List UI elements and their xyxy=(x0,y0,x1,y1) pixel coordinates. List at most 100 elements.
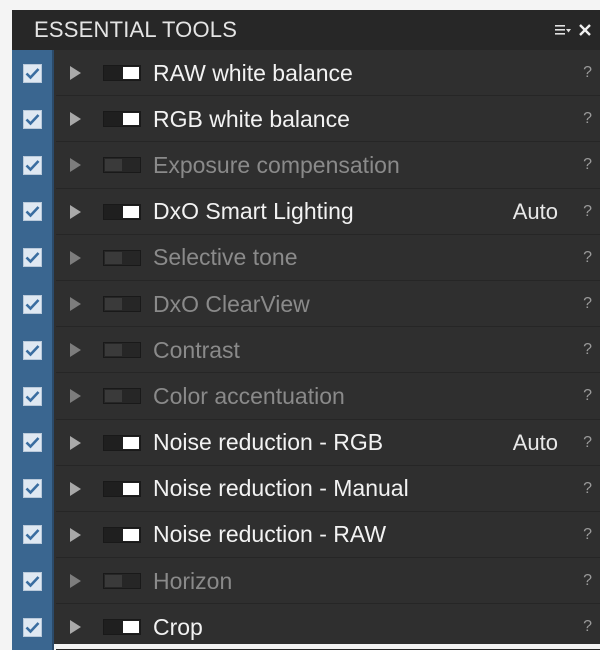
tool-row[interactable]: Contrast? xyxy=(12,327,600,374)
toggle-knob xyxy=(105,575,122,588)
help-icon[interactable]: ? xyxy=(583,295,592,313)
checkmark-icon xyxy=(25,113,39,126)
tool-checkbox[interactable] xyxy=(22,294,42,314)
help-icon[interactable]: ? xyxy=(583,618,592,636)
checkmark-icon xyxy=(25,252,39,264)
tool-row[interactable]: Crop? xyxy=(12,604,600,650)
tool-row[interactable]: RAW white balance? xyxy=(12,50,600,97)
menu-dropdown-icon[interactable] xyxy=(554,20,572,40)
panel-title: ESSENTIAL TOOLS xyxy=(34,17,238,42)
tool-checkbox[interactable] xyxy=(22,525,42,545)
expand-arrow-icon[interactable] xyxy=(70,574,81,589)
tool-label: RGB white balance xyxy=(153,105,350,132)
tool-toggle[interactable] xyxy=(103,157,141,174)
tool-toggle[interactable] xyxy=(103,480,141,497)
expand-arrow-icon[interactable] xyxy=(70,620,81,635)
tool-toggle[interactable] xyxy=(103,203,141,220)
expand-arrow-icon[interactable] xyxy=(70,204,81,219)
expand-arrow-icon[interactable] xyxy=(70,112,81,127)
tool-checkbox[interactable] xyxy=(22,340,42,360)
tool-label: Noise reduction - RAW xyxy=(153,521,387,548)
checkbox-cell xyxy=(12,604,54,650)
tool-checkbox[interactable] xyxy=(22,109,42,129)
tool-label: Horizon xyxy=(153,567,233,594)
help-icon[interactable]: ? xyxy=(583,110,592,128)
tool-label: Exposure compensation xyxy=(153,151,400,178)
toggle-knob xyxy=(105,344,122,357)
expand-arrow-icon[interactable] xyxy=(70,297,81,312)
checkbox-cell xyxy=(12,373,54,420)
tool-checkbox[interactable] xyxy=(22,63,42,83)
checkbox-cell xyxy=(12,327,54,374)
expand-arrow-icon[interactable] xyxy=(70,66,81,81)
tool-row[interactable]: DxO Smart Lighting Auto? xyxy=(12,188,600,235)
toggle-knob xyxy=(105,390,122,403)
checkmark-icon xyxy=(25,483,39,495)
tool-toggle[interactable] xyxy=(103,434,141,451)
expand-arrow-icon[interactable] xyxy=(70,435,81,450)
expand-arrow-icon[interactable] xyxy=(70,158,81,173)
tool-toggle[interactable] xyxy=(103,65,141,82)
tool-checkbox[interactable] xyxy=(22,386,42,406)
help-icon[interactable]: ? xyxy=(583,64,592,82)
tool-row[interactable]: RGB white balance? xyxy=(12,96,600,143)
tool-row[interactable]: Noise reduction - Manual? xyxy=(12,465,600,513)
tool-toggle[interactable] xyxy=(103,526,141,543)
expand-arrow-icon[interactable] xyxy=(70,343,81,358)
tool-label: Crop xyxy=(153,613,203,640)
tool-value: Auto xyxy=(512,198,558,224)
tool-label: Color accentuation xyxy=(153,382,345,409)
help-icon[interactable]: ? xyxy=(583,480,592,498)
tool-row[interactable]: Selective tone? xyxy=(12,234,600,282)
checkmark-icon xyxy=(25,206,39,218)
tool-checkbox[interactable] xyxy=(22,433,42,453)
expand-arrow-icon[interactable] xyxy=(70,389,81,404)
help-icon[interactable]: ? xyxy=(583,387,592,405)
tool-row[interactable]: Noise reduction - RAW? xyxy=(12,511,600,559)
toggle-knob xyxy=(105,251,122,264)
tool-row[interactable]: Noise reduction - RGB Auto? xyxy=(12,419,600,466)
tool-toggle[interactable] xyxy=(103,296,141,313)
toggle-knob xyxy=(105,298,122,311)
expand-arrow-icon[interactable] xyxy=(70,527,81,542)
tool-list: RAW white balance? RGB white balance? Expo… xyxy=(12,50,600,650)
tool-checkbox[interactable] xyxy=(22,202,42,222)
help-icon[interactable]: ? xyxy=(583,203,592,221)
checkbox-cell xyxy=(12,465,54,512)
help-icon[interactable]: ? xyxy=(583,249,592,267)
tool-row[interactable]: Horizon? xyxy=(12,558,600,605)
checkbox-cell xyxy=(12,96,54,143)
expand-arrow-icon[interactable] xyxy=(70,481,81,496)
tool-checkbox[interactable] xyxy=(22,571,42,591)
checkbox-cell xyxy=(12,234,54,281)
help-icon[interactable]: ? xyxy=(583,526,592,544)
tool-checkbox[interactable] xyxy=(22,617,42,637)
tool-toggle[interactable] xyxy=(103,388,141,405)
toggle-knob xyxy=(105,159,122,172)
checkbox-cell xyxy=(12,558,54,605)
tool-toggle[interactable] xyxy=(103,573,141,590)
checkmark-icon xyxy=(25,437,39,449)
toggle-knob xyxy=(123,436,139,449)
tool-label: Noise reduction - Manual xyxy=(153,475,409,502)
expand-arrow-icon[interactable] xyxy=(70,250,81,265)
help-icon[interactable]: ? xyxy=(583,341,592,359)
tool-checkbox[interactable] xyxy=(22,479,42,499)
tool-checkbox[interactable] xyxy=(22,248,42,268)
close-icon[interactable] xyxy=(576,20,594,40)
help-icon[interactable]: ? xyxy=(583,156,592,174)
tool-checkbox[interactable] xyxy=(22,155,42,175)
tool-row[interactable]: Exposure compensation? xyxy=(12,142,600,189)
tool-toggle[interactable] xyxy=(103,111,141,128)
help-icon[interactable]: ? xyxy=(583,572,592,590)
tool-label: Selective tone xyxy=(153,244,298,271)
tool-row[interactable]: DxO ClearView? xyxy=(12,280,600,328)
tool-label: DxO Smart Lighting xyxy=(153,198,354,225)
toggle-knob xyxy=(123,482,139,495)
tool-toggle[interactable] xyxy=(103,342,141,359)
help-icon[interactable]: ? xyxy=(583,434,592,452)
tool-toggle[interactable] xyxy=(103,619,141,636)
tool-toggle[interactable] xyxy=(103,249,141,266)
tool-row[interactable]: Color accentuation? xyxy=(12,373,600,420)
checkmark-icon xyxy=(25,391,39,403)
